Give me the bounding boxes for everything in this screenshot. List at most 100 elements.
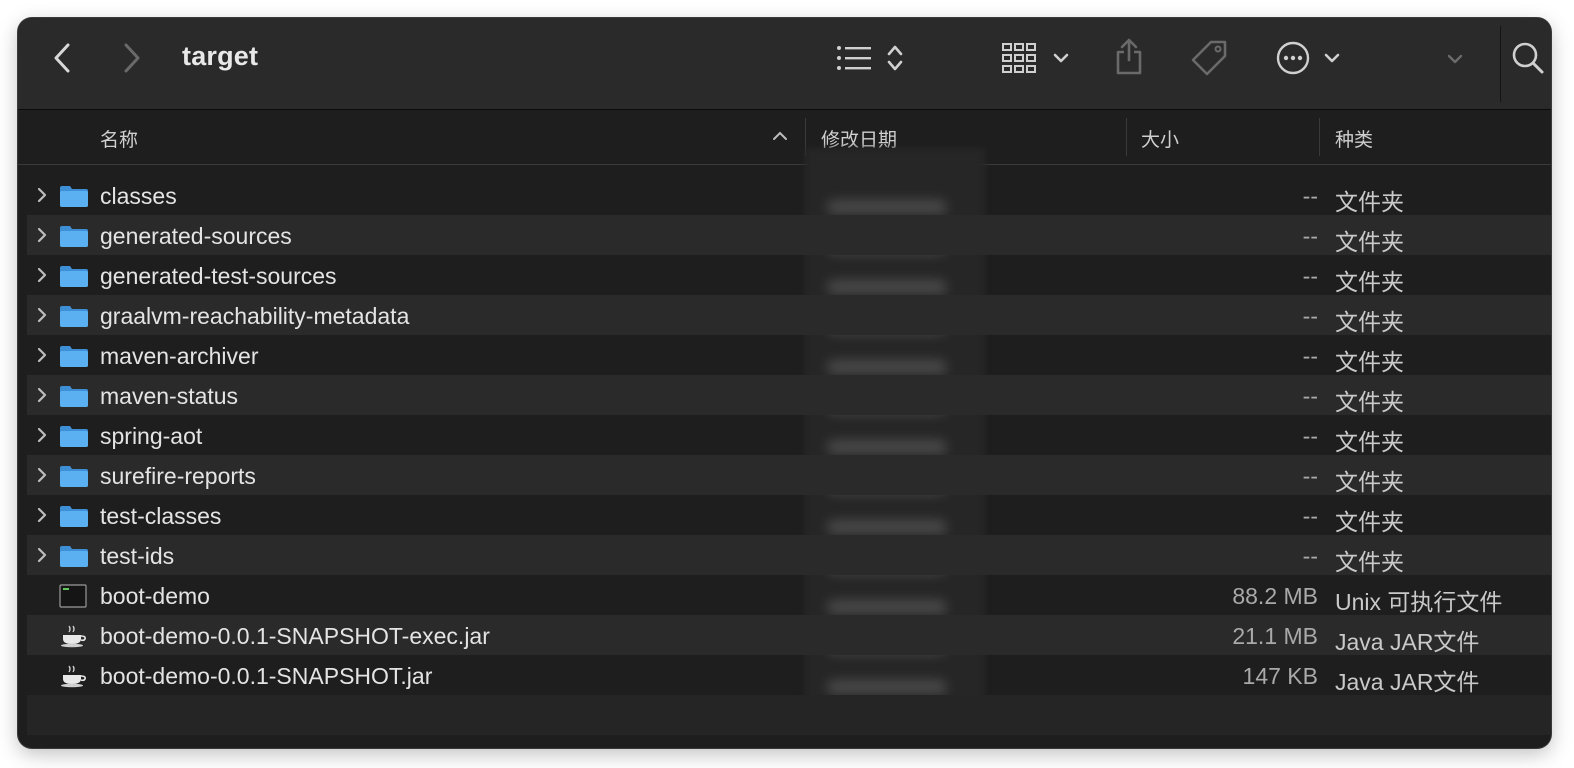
disclosure-chevron-icon[interactable] [36,427,48,448]
disclosure-chevron-icon[interactable] [36,347,48,368]
file-name: boot-demo-0.0.1-SNAPSHOT-exec.jar [100,623,490,649]
disclosure-chevron-icon[interactable] [36,507,48,528]
file-row[interactable]: test-ids -- 文件夹 [27,535,1551,575]
back-icon[interactable] [48,40,76,76]
file-size: -- [1302,263,1318,289]
folder-icon [59,424,89,453]
file-size: -- [1302,343,1318,369]
file-size: -- [1302,423,1318,449]
folder-icon [59,304,89,333]
tag-icon[interactable] [1188,38,1230,78]
overflow-chevron-icon[interactable] [1446,49,1464,69]
folder-icon [59,184,89,213]
file-size: -- [1302,223,1318,249]
file-name: boot-demo [100,583,210,609]
terminal-icon [59,584,87,613]
file-kind: 文件夹 [1335,349,1404,375]
empty-row [27,695,1551,735]
file-row[interactable]: boot-demo-0.0.1-SNAPSHOT-exec.jar 21.1 MB… [27,615,1551,655]
file-name: graalvm-reachability-metadata [100,303,410,329]
column-divider[interactable] [1126,118,1127,156]
grid-view-icon[interactable] [1000,40,1038,76]
finder-window: target 名称 修改日期 大小 种类 classes -- 文件夹 gene… [18,18,1551,748]
disclosure-chevron-icon[interactable] [36,227,48,248]
file-row[interactable]: maven-status -- 文件夹 [27,375,1551,415]
more-icon[interactable] [1274,39,1312,77]
column-divider[interactable] [1319,118,1320,156]
toolbar: target [18,18,1551,110]
file-kind: 文件夹 [1335,309,1404,335]
list-view-icon[interactable] [834,42,874,74]
disclosure-chevron-icon[interactable] [36,467,48,488]
file-name: boot-demo-0.0.1-SNAPSHOT.jar [100,663,433,689]
coffee-cup-icon [59,664,87,693]
column-kind-header[interactable]: 种类 [1335,125,1373,152]
file-row[interactable]: spring-aot -- 文件夹 [27,415,1551,455]
file-row[interactable]: graalvm-reachability-metadata -- 文件夹 [27,295,1551,335]
disclosure-chevron-icon[interactable] [36,307,48,328]
disclosure-chevron-icon[interactable] [36,387,48,408]
file-kind: Unix 可执行文件 [1335,589,1503,615]
chevron-down-icon[interactable] [1052,48,1070,68]
folder-icon [59,224,89,253]
file-name: maven-archiver [100,343,259,369]
file-kind: 文件夹 [1335,549,1404,575]
file-kind: 文件夹 [1335,189,1404,215]
column-size-header[interactable]: 大小 [1141,125,1179,152]
file-name: spring-aot [100,423,203,449]
file-name: generated-sources [100,223,292,249]
file-row[interactable]: generated-sources -- 文件夹 [27,215,1551,255]
sort-icon[interactable] [884,40,906,76]
folder-icon [59,264,89,293]
file-row[interactable]: boot-demo 88.2 MB Unix 可执行文件 [27,575,1551,615]
file-size: 88.2 MB [1232,583,1318,609]
file-kind: 文件夹 [1335,229,1404,255]
column-header: 名称 修改日期 大小 种类 [18,110,1551,165]
file-kind: 文件夹 [1335,509,1404,535]
file-size: -- [1302,303,1318,329]
disclosure-chevron-icon[interactable] [36,547,48,568]
file-kind: 文件夹 [1335,269,1404,295]
file-row[interactable]: maven-archiver -- 文件夹 [27,335,1551,375]
file-name: classes [100,183,177,209]
file-size: -- [1302,503,1318,529]
folder-icon [59,344,89,373]
window-title: target [182,41,259,71]
folder-icon [59,544,89,573]
file-size: -- [1302,383,1318,409]
file-kind: Java JAR文件 [1335,629,1480,655]
file-name: test-ids [100,543,175,569]
toolbar-divider [1500,26,1501,102]
file-kind: 文件夹 [1335,429,1404,455]
search-icon[interactable] [1510,40,1546,76]
file-size: -- [1302,183,1318,209]
chevron-down-icon[interactable] [1323,48,1341,68]
share-icon[interactable] [1111,34,1147,78]
file-kind: 文件夹 [1335,389,1404,415]
file-row[interactable]: boot-demo-0.0.1-SNAPSHOT.jar 147 KB Java J… [27,655,1551,695]
sort-ascending-icon[interactable] [772,129,788,143]
file-row[interactable]: generated-test-sources -- 文件夹 [27,255,1551,295]
file-size: -- [1302,463,1318,489]
file-size: -- [1302,543,1318,569]
file-name: generated-test-sources [100,263,337,289]
file-name: maven-status [100,383,239,409]
file-name: surefire-reports [100,463,256,489]
file-name: test-classes [100,503,222,529]
file-row[interactable]: surefire-reports -- 文件夹 [27,455,1551,495]
forward-icon[interactable] [118,40,146,76]
file-kind: 文件夹 [1335,469,1404,495]
file-row[interactable]: classes -- 文件夹 [27,175,1551,215]
file-list: classes -- 文件夹 generated-sources -- 文件夹 genera… [27,175,1551,695]
folder-icon [59,464,89,493]
disclosure-chevron-icon[interactable] [36,187,48,208]
coffee-cup-icon [59,624,87,653]
folder-icon [59,504,89,533]
file-kind: Java JAR文件 [1335,669,1480,695]
file-row[interactable]: test-classes -- 文件夹 [27,495,1551,535]
disclosure-chevron-icon[interactable] [36,267,48,288]
file-size: 147 KB [1242,663,1318,689]
file-size: 21.1 MB [1232,623,1318,649]
folder-icon [59,384,89,413]
column-name-header[interactable]: 名称 [100,125,138,152]
